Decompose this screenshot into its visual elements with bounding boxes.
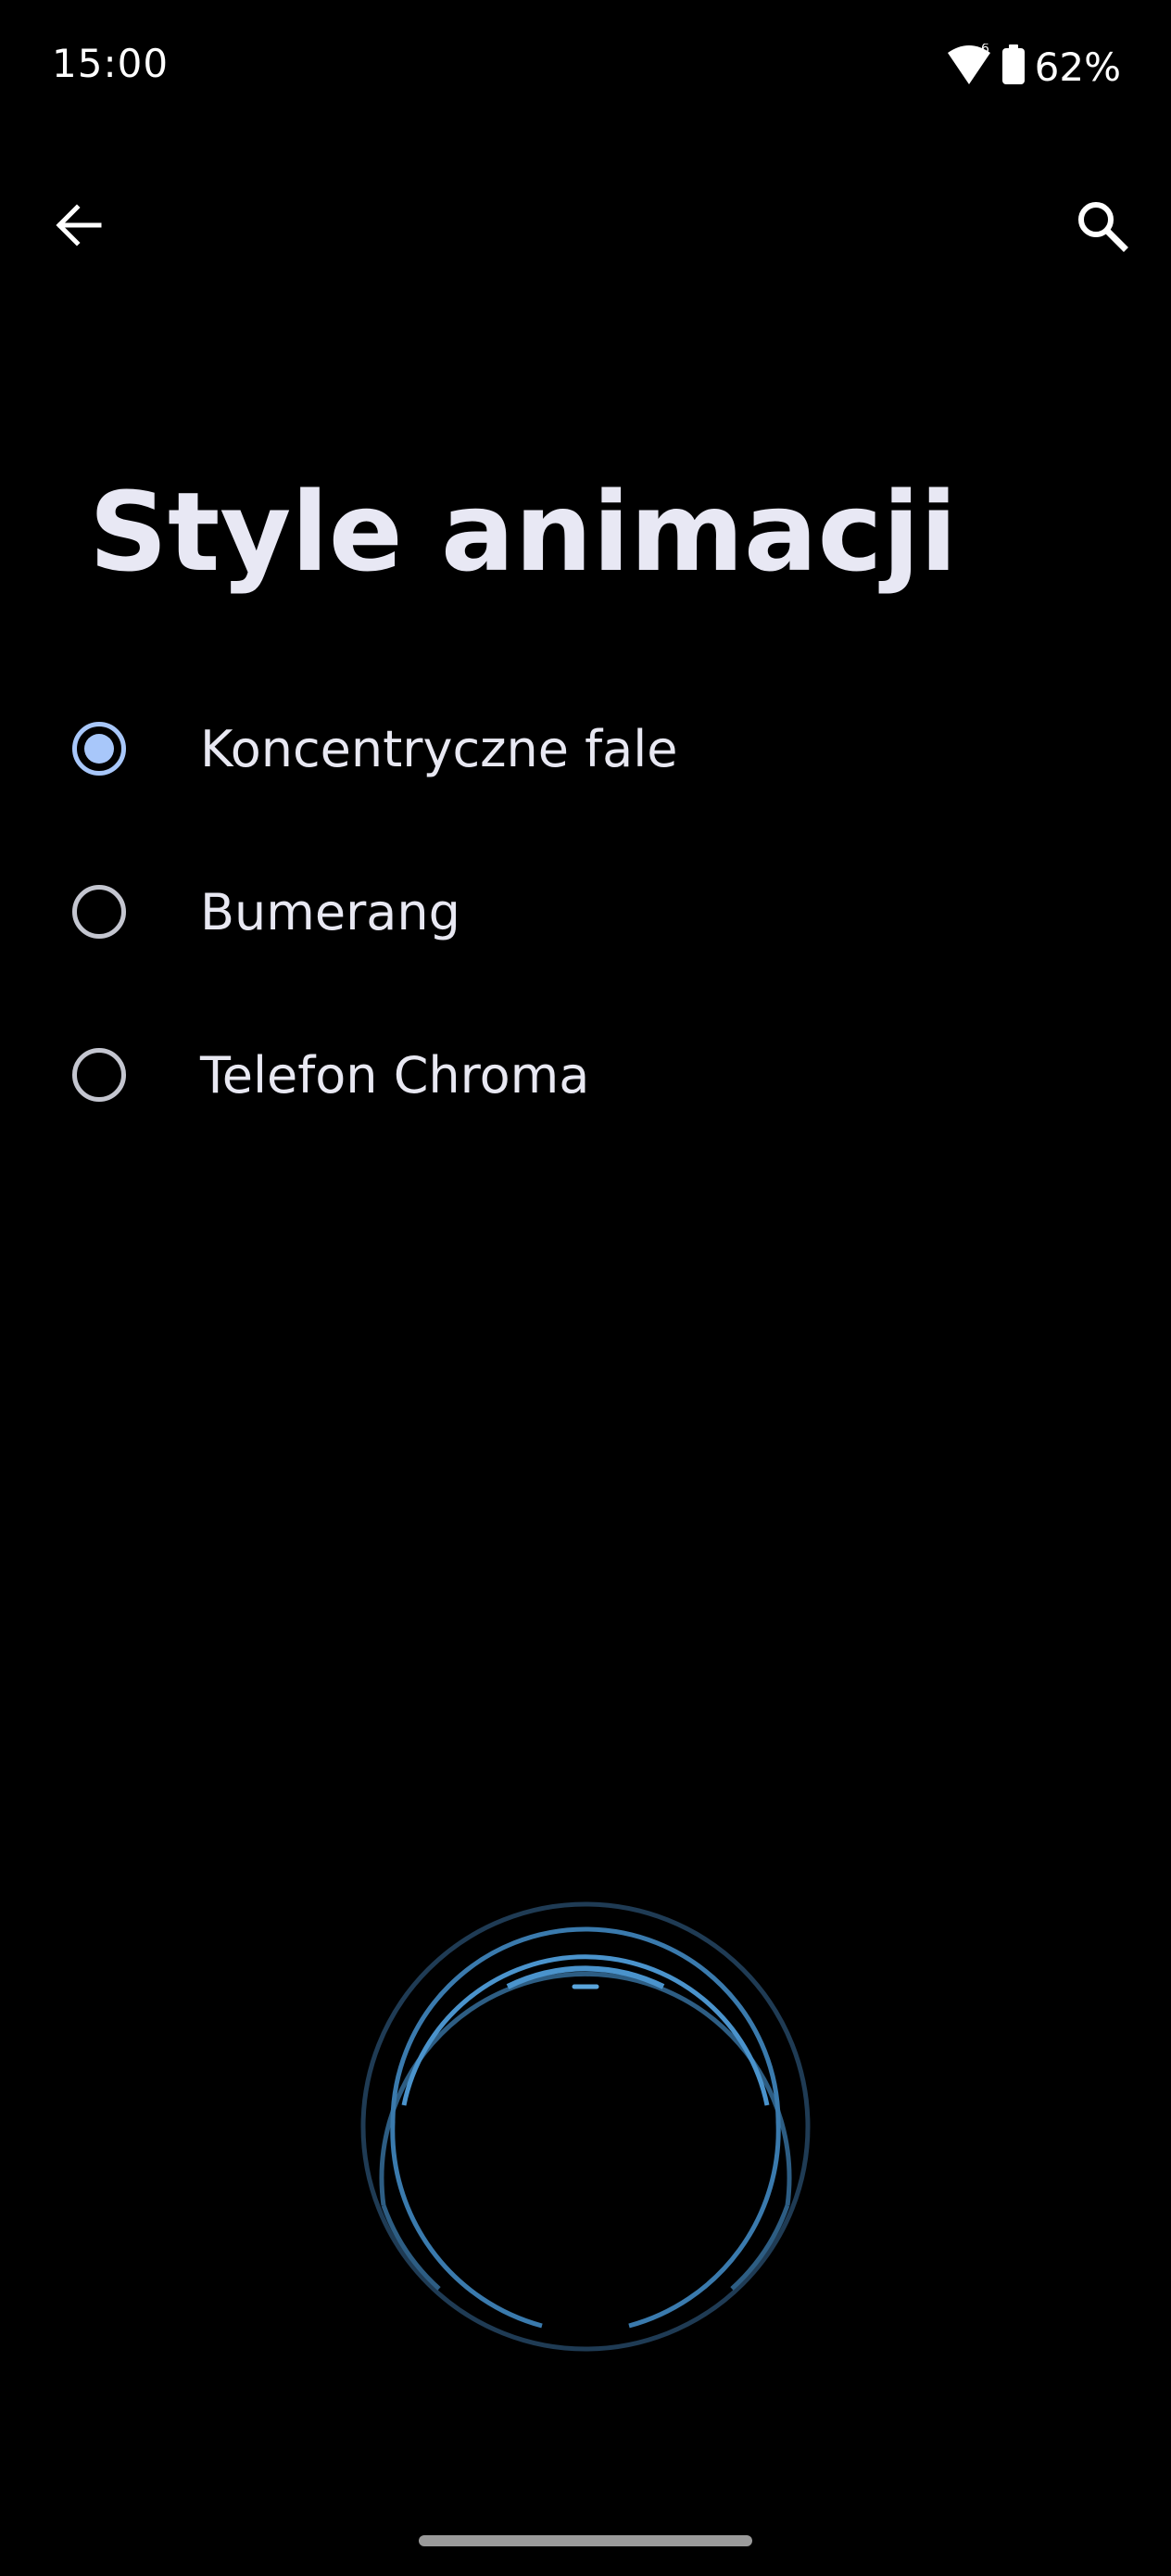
search-button[interactable] — [1060, 185, 1143, 269]
top-app-bar — [0, 176, 1171, 278]
option-telefon-chroma[interactable]: Telefon Chroma — [0, 993, 1171, 1156]
concentric-waves-illustration — [360, 1901, 811, 2352]
middle-ring — [379, 1971, 792, 2206]
radio-button[interactable] — [72, 885, 126, 939]
radio-button[interactable] — [72, 1048, 126, 1102]
option-koncentryczne-fale[interactable]: Koncentryczne fale — [0, 667, 1171, 830]
arrow-back-icon — [53, 199, 105, 255]
search-icon — [1074, 197, 1129, 257]
option-bumerang[interactable]: Bumerang — [0, 830, 1171, 993]
radio-button-selected[interactable] — [72, 722, 126, 776]
option-label: Koncentryczne fale — [200, 719, 678, 778]
status-time: 15:00 — [52, 41, 170, 86]
wifi-badge: 6 — [981, 44, 989, 57]
animation-style-options: Koncentryczne fale Bumerang Telefon Chro… — [0, 667, 1171, 1156]
status-bar: 15:00 6 62% — [0, 0, 1171, 130]
page-title: Style animacji — [89, 468, 958, 596]
back-button[interactable] — [37, 185, 120, 269]
option-label: Telefon Chroma — [200, 1045, 590, 1105]
animation-preview — [345, 1890, 826, 2354]
battery-percent: 62% — [1034, 44, 1121, 90]
battery-icon — [1001, 44, 1026, 89]
small-arc — [506, 1965, 665, 1989]
option-label: Bumerang — [200, 882, 460, 941]
gesture-navigation-handle[interactable] — [419, 2535, 752, 2546]
wifi-icon: 6 — [946, 42, 992, 90]
status-icons: 6 62% — [946, 41, 1121, 93]
